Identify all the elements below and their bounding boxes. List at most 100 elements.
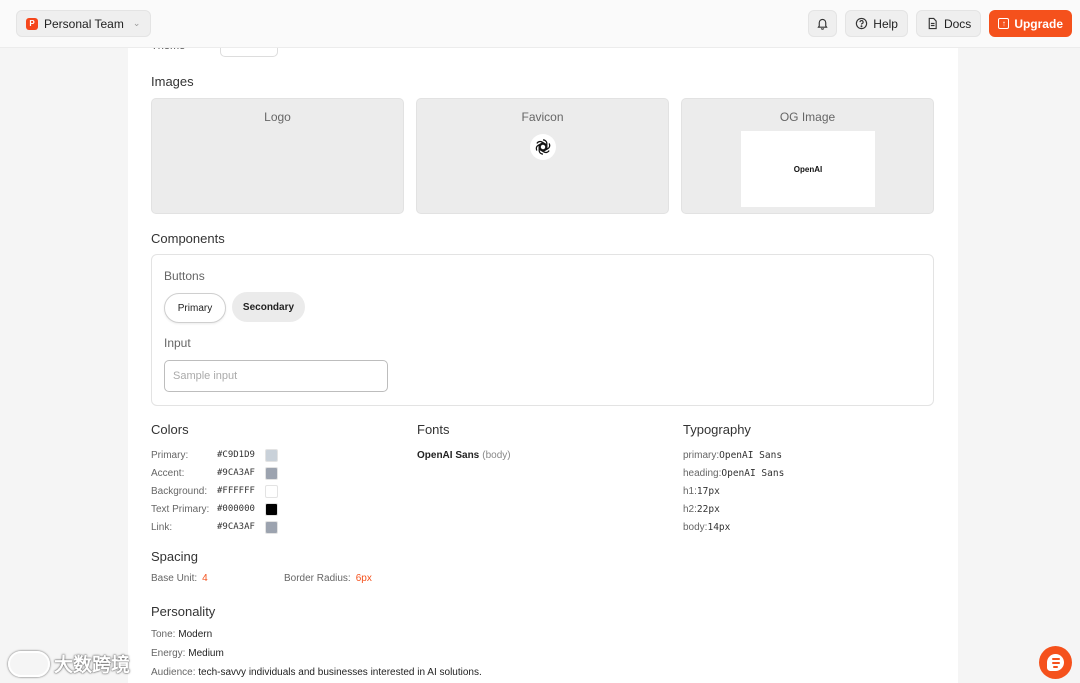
color-swatch [265, 448, 278, 462]
base-unit-label: Base Unit: [151, 573, 198, 584]
tone-label: Tone: [151, 629, 176, 640]
colors-list: Primary: #C9D1D9 Accent: #9CA3AF Background:… [151, 446, 278, 536]
colors-title: Colors [151, 422, 189, 437]
typography-value: OpenAI Sans [721, 467, 785, 479]
color-label: Link: [151, 521, 173, 533]
watermark-logo: 大数跨境 [8, 650, 130, 677]
og-image-card: OG Image OpenAI [681, 98, 934, 214]
font-entry: OpenAI Sans (body) [417, 446, 511, 464]
chat-support-button[interactable] [1039, 646, 1072, 679]
spacing-values: Base Unit: 4 Border Radius: 6px [151, 573, 372, 584]
audience-label: Audience: [151, 667, 196, 678]
upgrade-button[interactable]: ↑ Upgrade [989, 10, 1072, 37]
color-label: Accent: [151, 467, 185, 479]
docs-button[interactable]: Docs [915, 10, 982, 37]
upgrade-label: Upgrade [1014, 16, 1063, 31]
og-image-preview: OpenAI [741, 131, 875, 207]
color-label: Background: [151, 485, 208, 497]
sample-input[interactable]: Sample input [164, 360, 388, 392]
help-button[interactable]: Help [845, 10, 908, 37]
openai-logo-icon [530, 134, 556, 160]
typography-title: Typography [683, 422, 751, 437]
chat-icon [1047, 654, 1064, 671]
tone-row: Tone: Modern [151, 629, 212, 640]
team-switcher[interactable]: P Personal Team ⌄ [16, 10, 152, 37]
favicon-card: Favicon [416, 98, 669, 214]
brand-panel: Theme Images Logo Favicon OG Image OpenA… [128, 40, 958, 683]
color-row: Background: #FFFFFF [151, 482, 278, 500]
typography-value: OpenAI Sans [719, 449, 783, 461]
logo-label: Logo [264, 110, 291, 124]
typography-label: body: [683, 521, 708, 533]
logo-card: Logo [151, 98, 404, 214]
input-label: Input [164, 336, 191, 350]
font-role: (body) [482, 449, 511, 461]
favicon-label: Favicon [521, 110, 564, 124]
typography-section: Typography primary: OpenAI Sans heading: Op… [683, 422, 784, 536]
secondary-button[interactable]: Secondary [232, 292, 305, 322]
typography-row: heading: OpenAI Sans [683, 464, 784, 482]
components-title: Components [151, 231, 225, 246]
typography-row: primary: OpenAI Sans [683, 446, 784, 464]
base-unit-value: 4 [202, 573, 208, 584]
watermark-text: 大数跨境 [54, 655, 131, 676]
color-label: Primary: [151, 449, 189, 461]
images-title: Images [151, 74, 194, 89]
audience-value: tech-savvy individuals and businesses in… [198, 667, 482, 678]
fonts-title: Fonts [417, 422, 450, 437]
color-value: #C9D1D9 [217, 450, 255, 460]
color-row: Primary: #C9D1D9 [151, 446, 278, 464]
help-icon [856, 17, 868, 30]
typography-label: primary: [683, 449, 720, 461]
components-box: Buttons Primary Secondary Input Sample i… [151, 254, 934, 406]
energy-value: Medium [188, 648, 224, 659]
colors-section: Colors Primary: #C9D1D9 Accent: #9CA3AF Back… [151, 422, 278, 536]
watermark-icon [8, 650, 50, 677]
border-radius-label: Border Radius: [284, 573, 351, 584]
audience-row: Audience: tech-savvy individuals and bus… [151, 667, 482, 678]
typography-row: body: 14px [683, 518, 784, 536]
typography-value: 14px [707, 521, 731, 533]
typography-value: 17px [696, 485, 720, 497]
typography-list: primary: OpenAI Sans heading: OpenAI Sans h1… [683, 446, 784, 536]
typography-label: heading: [683, 467, 722, 479]
color-value: #9CA3AF [217, 468, 255, 478]
typography-label: h1: [683, 485, 697, 497]
color-row: Link: #9CA3AF [151, 518, 278, 536]
tone-value: Modern [178, 629, 213, 640]
energy-row: Energy: Medium [151, 648, 224, 659]
spacing-title: Spacing [151, 549, 198, 564]
typography-row: h1: 17px [683, 482, 784, 500]
border-radius: Border Radius: 6px [284, 573, 372, 584]
color-value: #FFFFFF [217, 486, 255, 496]
border-radius-value: 6px [355, 573, 372, 584]
primary-button[interactable]: Primary [164, 293, 226, 323]
base-unit: Base Unit: 4 [151, 573, 284, 584]
personality-title: Personality [151, 604, 216, 619]
chevron-down-icon: ⌄ [132, 18, 141, 28]
team-name: Personal Team [44, 16, 124, 31]
notifications-button[interactable] [808, 10, 838, 37]
color-swatch [265, 520, 278, 534]
buttons-label: Buttons [164, 269, 205, 283]
color-swatch [265, 484, 278, 498]
og-image-text: OpenAI [793, 164, 823, 174]
typography-row: h2: 22px [683, 500, 784, 518]
color-value: #9CA3AF [217, 522, 255, 532]
bell-icon [817, 18, 828, 30]
color-row: Text Primary: #000000 [151, 500, 278, 518]
color-swatch [265, 502, 278, 516]
top-bar: P Personal Team ⌄ Help Docs ↑ Upgrade [0, 0, 1080, 48]
fonts-section: Fonts OpenAI Sans (body) [417, 422, 511, 464]
font-name: OpenAI Sans [417, 449, 480, 461]
help-label: Help [873, 16, 898, 31]
document-icon [928, 17, 937, 30]
og-image-label: OG Image [779, 110, 836, 124]
top-actions: Help Docs ↑ Upgrade [808, 10, 1072, 37]
color-swatch [265, 466, 278, 480]
docs-label: Docs [943, 16, 972, 31]
energy-label: Energy: [151, 648, 186, 659]
typography-value: 22px [696, 503, 720, 515]
upgrade-arrow-icon: ↑ [998, 18, 1010, 29]
color-value: #000000 [217, 504, 255, 514]
